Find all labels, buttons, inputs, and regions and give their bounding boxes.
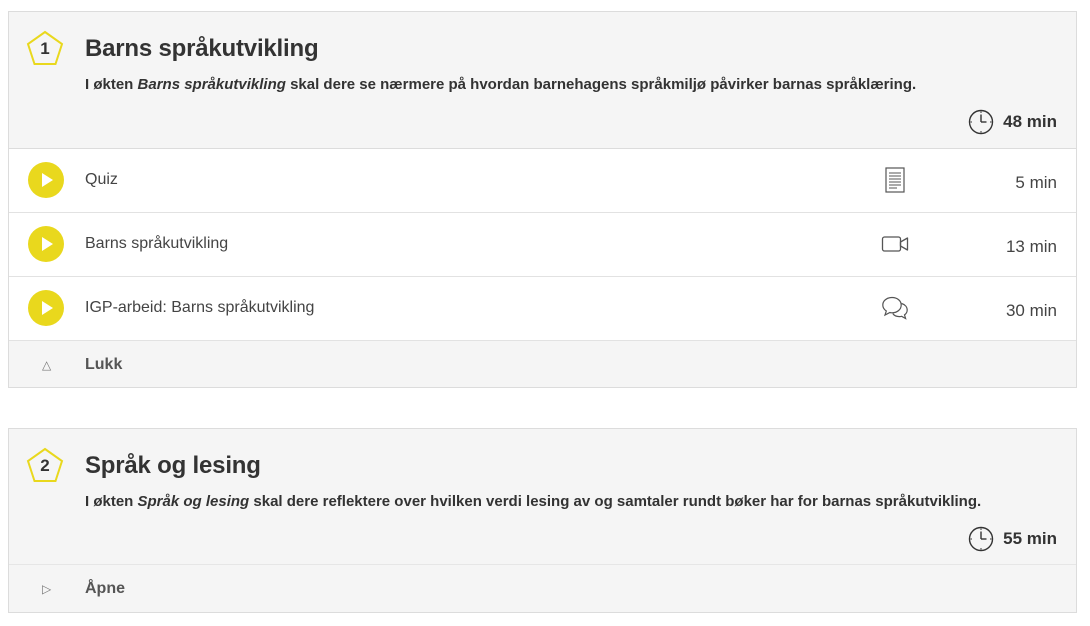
list-item-label: Barns språkutvikling [85,235,229,252]
document-icon [881,166,909,194]
list-item[interactable]: Barns språkutvikling 13 min [9,213,1076,277]
session-title: Språk og lesing [85,452,261,479]
list-item[interactable]: IGP-arbeid: Barns språkutvikling 30 min [9,277,1076,341]
list-item-label: IGP-arbeid: Barns språkutvikling [85,299,315,316]
session-title: Barns språkutvikling [85,35,319,62]
session-total-time-label: 48 min [1003,112,1057,131]
session-description: I økten Barns språkutvikling skal dere s… [85,76,917,93]
session-description: I økten Språk og lesing skal dere reflek… [85,493,982,510]
chat-bubbles-icon [881,294,909,322]
session-description-emphasis: Barns språkutvikling [137,76,286,93]
list-item[interactable]: Quiz 5 min [9,149,1076,213]
collapse-toggle-label: Lukk [85,356,123,373]
play-button[interactable] [28,290,64,326]
list-item-duration: 13 min [1005,237,1057,256]
play-button[interactable] [28,226,64,262]
session-number-badge: 2 [26,447,64,483]
session-total-time: 55 min [968,526,1057,552]
collapse-up-triangle-icon: △ [42,358,52,372]
list-item-duration: 5 min [1015,173,1057,192]
session-total-time-label: 55 min [1003,529,1057,548]
expand-right-triangle-icon: ▷ [42,582,52,596]
clock-icon [968,109,994,135]
session-description-emphasis: Språk og lesing [137,493,250,510]
clock-icon [968,526,994,552]
session-header[interactable]: 2 Språk og lesing I økten Språk og lesin… [9,429,1076,565]
video-camera-icon [881,230,909,258]
session-number: 1 [40,39,50,58]
session-card-1: 1 Barns språkutvikling I økten Barns spr… [8,11,1077,388]
session-number-badge: 1 [26,30,64,66]
collapse-toggle[interactable]: △ Lukk [9,341,1076,389]
list-item-label: Quiz [85,171,118,188]
play-button[interactable] [28,162,64,198]
list-item-duration: 30 min [1005,301,1057,320]
session-header[interactable]: 1 Barns språkutvikling I økten Barns spr… [9,12,1076,149]
expand-toggle-label: Åpne [85,580,125,597]
session-card-2: 2 Språk og lesing I økten Språk og lesin… [8,428,1077,613]
session-number: 2 [40,456,50,475]
session-total-time: 48 min [968,109,1057,135]
expand-toggle[interactable]: ▷ Åpne [9,565,1076,613]
